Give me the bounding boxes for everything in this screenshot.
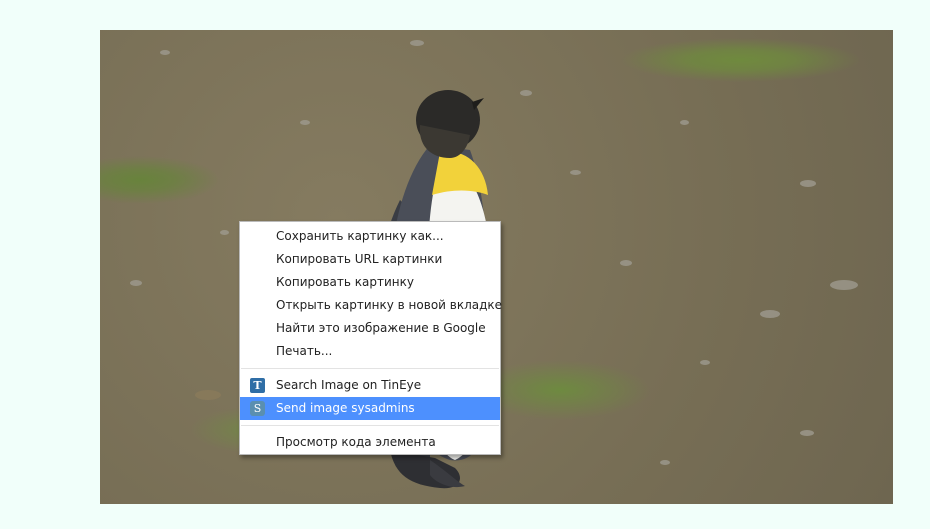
context-menu: Сохранить картинку как... Копировать URL… — [239, 221, 503, 455]
menu-item-tineye[interactable]: T Search Image on TinEye — [240, 374, 500, 397]
penguin-beak — [472, 98, 484, 110]
menu-item-open-in-new-tab[interactable]: Открыть картинку в новой вкладке — [240, 294, 503, 317]
menu-item-label: Просмотр кода элемента — [276, 435, 436, 449]
menu-item-inspect-element[interactable]: Просмотр кода элемента — [240, 431, 500, 454]
menu-item-send-sysadmins[interactable]: S Send image sysadmins — [240, 397, 500, 420]
menu-separator — [241, 368, 499, 369]
tineye-icon: T — [250, 378, 265, 393]
menu-item-label: Send image sysadmins — [276, 401, 415, 415]
menu-item-label: Search Image on TinEye — [276, 378, 422, 392]
menu-item-search-google[interactable]: Найти это изображение в Google — [240, 317, 500, 340]
menu-separator — [241, 425, 499, 426]
menu-item-save-image[interactable]: Сохранить картинку как... — [240, 225, 500, 248]
menu-item-label: Копировать картинку — [276, 275, 414, 289]
menu-item-label: Печать... — [276, 344, 333, 358]
sysadmins-icon: S — [250, 401, 265, 416]
penguin-chest — [432, 151, 488, 195]
menu-item-print[interactable]: Печать... — [240, 340, 500, 363]
menu-item-copy-image-url[interactable]: Копировать URL картинки — [240, 248, 500, 271]
menu-item-label: Сохранить картинку как... — [276, 229, 444, 243]
page: Сохранить картинку как... Копировать URL… — [0, 0, 930, 529]
menu-item-label: Открыть картинку в новой вкладке — [276, 298, 503, 312]
menu-item-label: Копировать URL картинки — [276, 252, 443, 266]
menu-item-copy-image[interactable]: Копировать картинку — [240, 271, 500, 294]
menu-item-label: Найти это изображение в Google — [276, 321, 486, 335]
